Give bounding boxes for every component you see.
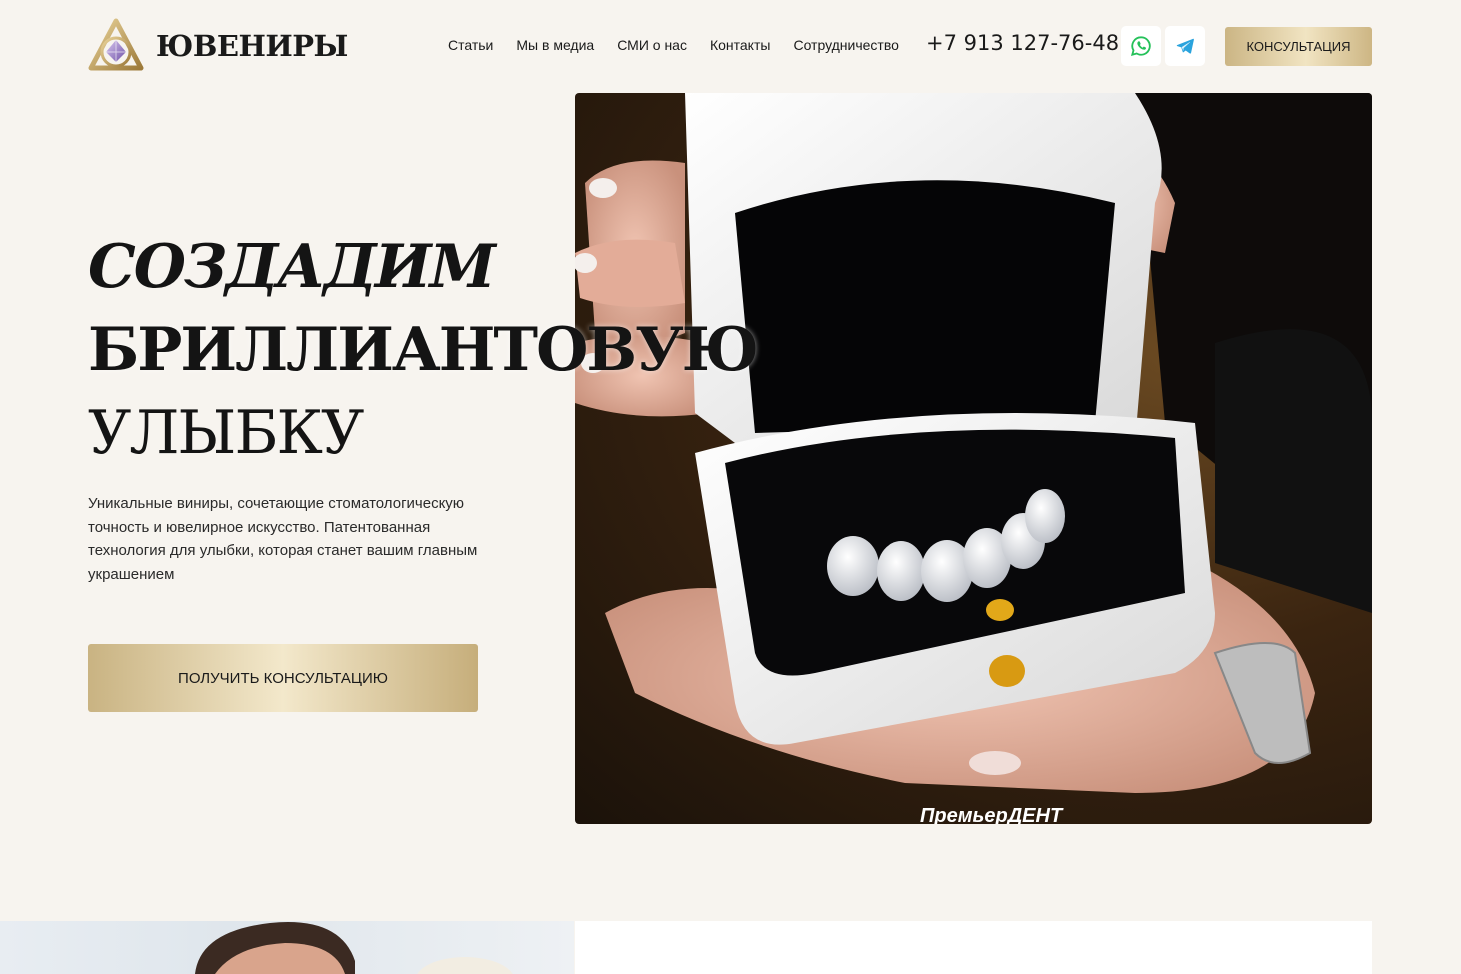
brand-name: ЮВЕНИРЫ — [156, 29, 348, 63]
hero-title-line-2: БРИЛЛИАНТОВУЮ — [88, 315, 759, 385]
brand-logo[interactable]: ЮВЕНИРЫ — [88, 18, 348, 74]
hero-photo: ПремьерДЕНТ — [575, 93, 1372, 824]
whatsapp-button[interactable] — [1121, 26, 1161, 66]
triangle-diamond-logo-icon — [88, 18, 144, 71]
nav-item-press[interactable]: СМИ о нас — [617, 37, 687, 53]
hero-description: Уникальные виниры, сочетающие стоматолог… — [88, 495, 478, 583]
consultation-button[interactable]: КОНСУЛЬТАЦИЯ — [1225, 27, 1372, 66]
next-section-photo — [0, 921, 574, 974]
phone-link[interactable]: +7 913 127-76-48 — [926, 31, 1119, 55]
jewelry-box-with-veneers-image — [575, 93, 1372, 793]
main-nav: Статьи Мы в медиа СМИ о нас Контакты Сот… — [448, 37, 899, 53]
telegram-button[interactable] — [1165, 26, 1205, 66]
nav-item-articles[interactable]: Статьи — [448, 37, 493, 53]
telegram-icon — [1176, 38, 1194, 54]
photo-watermark: ПремьерДЕНТ — [920, 805, 1063, 824]
nav-item-partnership[interactable]: Сотрудничество — [793, 37, 898, 53]
get-consultation-button[interactable]: ПОЛУЧИТЬ КОНСУЛЬТАЦИЮ — [88, 644, 478, 712]
whatsapp-icon — [1130, 36, 1151, 57]
hero-title-line-3: УЛЫБКУ — [88, 398, 364, 468]
person-photo-image — [195, 922, 513, 974]
nav-item-contacts[interactable]: Контакты — [710, 37, 770, 53]
site-header: ЮВЕНИРЫ Статьи Мы в медиа СМИ о нас Конт… — [0, 0, 1461, 94]
hero-title-line-1: СОЗДАДИМ — [88, 232, 496, 302]
nav-item-media[interactable]: Мы в медиа — [516, 37, 594, 53]
next-section-panel — [575, 921, 1372, 974]
